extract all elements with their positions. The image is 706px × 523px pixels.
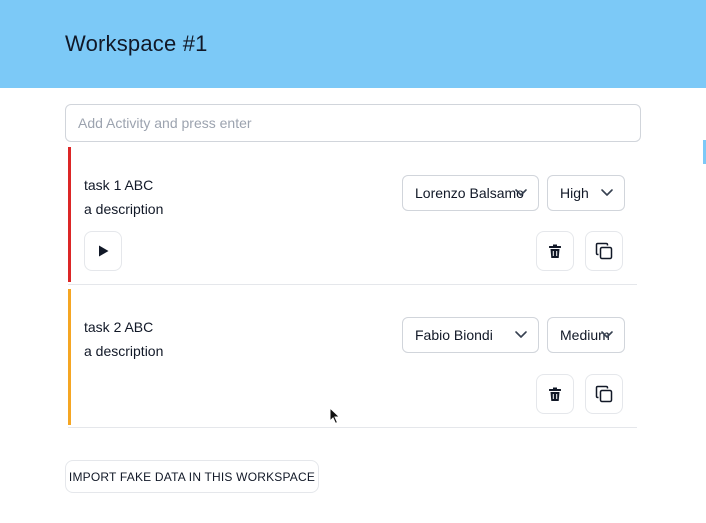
duplicate-button[interactable]	[585, 374, 623, 414]
duplicate-button[interactable]	[585, 231, 623, 271]
task-title: task 2 ABC	[84, 319, 154, 335]
play-button[interactable]	[84, 231, 122, 271]
page-title: Workspace #1	[65, 31, 208, 56]
task-card: task 2 ABC a description Fabio Biondi Me…	[68, 287, 637, 428]
mouse-cursor-icon	[329, 407, 341, 425]
priority-stripe	[68, 289, 71, 425]
delete-button[interactable]	[536, 374, 574, 414]
assignee-value: Fabio Biondi	[415, 327, 493, 343]
delete-button[interactable]	[536, 231, 574, 271]
import-fake-data-button[interactable]: IMPORT FAKE DATA IN THIS WORKSPACE	[65, 460, 319, 493]
task-description: a description	[84, 343, 164, 359]
priority-select[interactable]: High	[547, 175, 625, 211]
priority-stripe	[68, 147, 71, 282]
task-description: a description	[84, 201, 164, 217]
chevron-down-icon	[515, 331, 527, 338]
task-card: task 1 ABC a description Lorenzo Balsamo…	[68, 145, 637, 285]
copy-icon	[595, 385, 613, 403]
trash-icon	[549, 387, 561, 401]
add-activity-input[interactable]	[65, 104, 641, 142]
play-icon	[99, 245, 109, 257]
chevron-down-icon	[601, 189, 613, 196]
priority-select[interactable]: Medium	[547, 317, 625, 353]
assignee-value: Lorenzo Balsamo	[415, 185, 524, 201]
copy-icon	[595, 242, 613, 260]
assignee-select[interactable]: Lorenzo Balsamo	[402, 175, 539, 211]
trash-icon	[549, 244, 561, 258]
task-title: task 1 ABC	[84, 177, 154, 193]
chevron-down-icon	[515, 189, 527, 196]
priority-value: High	[560, 185, 589, 201]
assignee-select[interactable]: Fabio Biondi	[402, 317, 539, 353]
app-header: Workspace #1	[0, 0, 706, 88]
chevron-down-icon	[601, 331, 613, 338]
